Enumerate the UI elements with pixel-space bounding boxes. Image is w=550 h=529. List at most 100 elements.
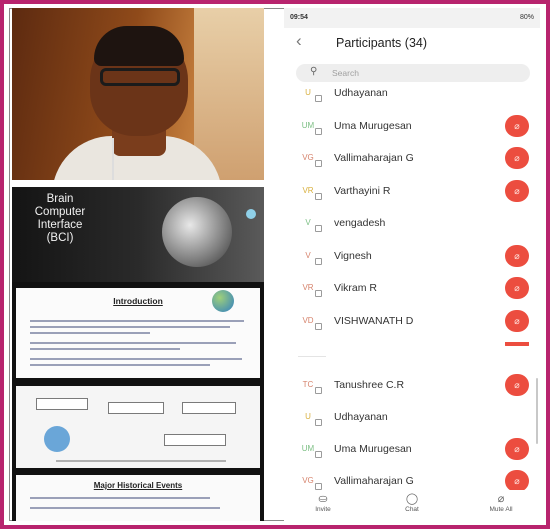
bci-title-line: Computer [34, 206, 86, 218]
video-off-icon [315, 451, 322, 458]
participant-row[interactable]: U Udhayanan [284, 402, 540, 436]
brain-image [162, 197, 232, 267]
participant-row[interactable]: VG Vallimaharajan G ⌀ [284, 143, 540, 177]
video-off-icon [315, 419, 322, 426]
mic-muted-icon[interactable]: ⌀ [505, 277, 529, 299]
participant-row[interactable]: VR Varthayini R ⌀ [284, 176, 540, 210]
chevron-left-icon[interactable]: ‹ [296, 31, 302, 51]
diagram-box [164, 434, 226, 446]
bci-diagram-slide [16, 386, 260, 468]
avatar-initials: U [305, 88, 311, 97]
mute-all-label: Mute All [489, 506, 513, 513]
avatar: VR [299, 182, 322, 200]
mic-muted-icon[interactable]: ⌀ [505, 244, 529, 267]
person-add-icon: ⛀ [318, 493, 328, 505]
text-line [30, 497, 210, 499]
mic-muted-icon[interactable]: ⌀ [505, 309, 529, 332]
mic-muted-icon[interactable]: ⌀ [505, 114, 529, 137]
participant-row[interactable]: UM Uma Murugesan ⌀ [284, 111, 540, 145]
video-off-icon [315, 290, 322, 297]
participant-row[interactable]: VD VISHWANATH D ⌀ [284, 306, 540, 340]
bci-title-line: Brain [46, 193, 74, 205]
participant-row[interactable]: UM Uma Murugesan ⌀ [284, 434, 540, 468]
avatar-initials: U [305, 412, 311, 421]
avatar: UM [299, 440, 322, 458]
header-bar: ‹ Participants (34) [284, 28, 540, 58]
mute-all-icon: ⌀ [497, 493, 505, 505]
avatar: UM [299, 117, 322, 135]
video-off-icon [315, 483, 322, 490]
participant-name: vengadesh [334, 217, 386, 229]
avatar-initials: UM [301, 444, 315, 453]
mute-all-button[interactable]: ⌀ Mute All [476, 492, 526, 513]
caption-line [56, 460, 226, 462]
search-icon: ⚲ [310, 66, 318, 77]
chat-label: Chat [405, 506, 419, 513]
video-off-icon [315, 225, 322, 232]
avatar: V [299, 247, 322, 265]
participant-row[interactable]: U Udhayanan [284, 78, 540, 112]
text-line [30, 342, 236, 344]
mic-muted-icon[interactable]: ⌀ [505, 147, 529, 169]
bci-title-slide: Brain Computer Interface (BCI) [12, 187, 264, 282]
history-heading: Major Historical Events [93, 481, 183, 490]
text-line [30, 326, 230, 328]
participant-row[interactable]: VR Vikram R ⌀ [284, 273, 540, 307]
avatar: VG [299, 149, 322, 167]
webcam-video [12, 8, 264, 180]
participant-name: Uma Murugesan [334, 443, 412, 455]
avatar-initials: VR [302, 185, 314, 195]
avatar: U [299, 408, 322, 426]
head-silhouette [44, 426, 70, 452]
avatar-initials: VR [302, 283, 314, 292]
globe-icon [212, 290, 234, 312]
invite-button[interactable]: ⛀ Invite [298, 492, 348, 513]
participant-row[interactable]: Vvengadesh [284, 208, 540, 242]
avatar: U [299, 84, 322, 102]
text-line [30, 320, 244, 322]
diagram-box [182, 402, 236, 414]
participant-name: Vallimaharajan G [334, 475, 414, 487]
person-glasses [100, 68, 180, 86]
bci-title-line: (BCI) [46, 232, 74, 244]
participant-row[interactable]: TC Tanushree C.R ⌀ [284, 370, 540, 404]
video-off-icon [315, 160, 322, 167]
status-time: 09:54 [290, 14, 308, 21]
participant-row[interactable]: V Vignesh ⌀ [284, 241, 540, 275]
video-off-icon [315, 95, 322, 102]
introduction-slide: Introduction [16, 288, 260, 378]
history-slide: Major Historical Events [16, 475, 260, 521]
avatar-initials: VD [302, 315, 314, 325]
video-off-icon [315, 322, 322, 330]
text-line [30, 348, 180, 350]
diagram-box [108, 402, 164, 414]
chat-button[interactable]: ◯ Chat [387, 492, 437, 513]
participants-screen: 09:54 80% ‹ Participants (34) ⚲ Search U… [284, 8, 540, 521]
scrollbar[interactable] [536, 378, 538, 444]
earphone-wire [112, 138, 114, 180]
avatar-initials: V [305, 250, 311, 260]
avatar-initials: VG [302, 153, 314, 162]
bci-title-line: Interface [37, 219, 83, 231]
mic-muted-icon[interactable]: ⌀ [505, 179, 529, 202]
avatar-initials: TC [302, 380, 314, 389]
bottom-toolbar: ⛀ Invite ◯ Chat ⌀ Mute All [284, 490, 540, 521]
participant-name: Vikram R [334, 282, 377, 294]
avatar-initials: V [305, 218, 311, 227]
list-separator [284, 346, 540, 368]
mic-muted-icon[interactable]: ⌀ [505, 374, 529, 396]
avatar: VR [299, 279, 322, 297]
battery-level: 80% [519, 14, 534, 21]
diagram-box [36, 398, 88, 410]
avatar: VD [299, 312, 322, 330]
participant-name: Vignesh [334, 249, 372, 262]
participant-name: Varthayini R [334, 184, 391, 197]
avatar-initials: UM [301, 120, 315, 130]
avatar-initials: VG [302, 476, 314, 485]
text-line [30, 364, 210, 366]
mic-muted-icon[interactable]: ⌀ [505, 470, 529, 492]
video-off-icon [315, 387, 322, 394]
participant-name: Tanushree C.R [334, 379, 405, 391]
presentation-slides: Brain Computer Interface (BCI) Introduct… [12, 187, 264, 521]
mic-muted-icon[interactable]: ⌀ [505, 438, 529, 460]
